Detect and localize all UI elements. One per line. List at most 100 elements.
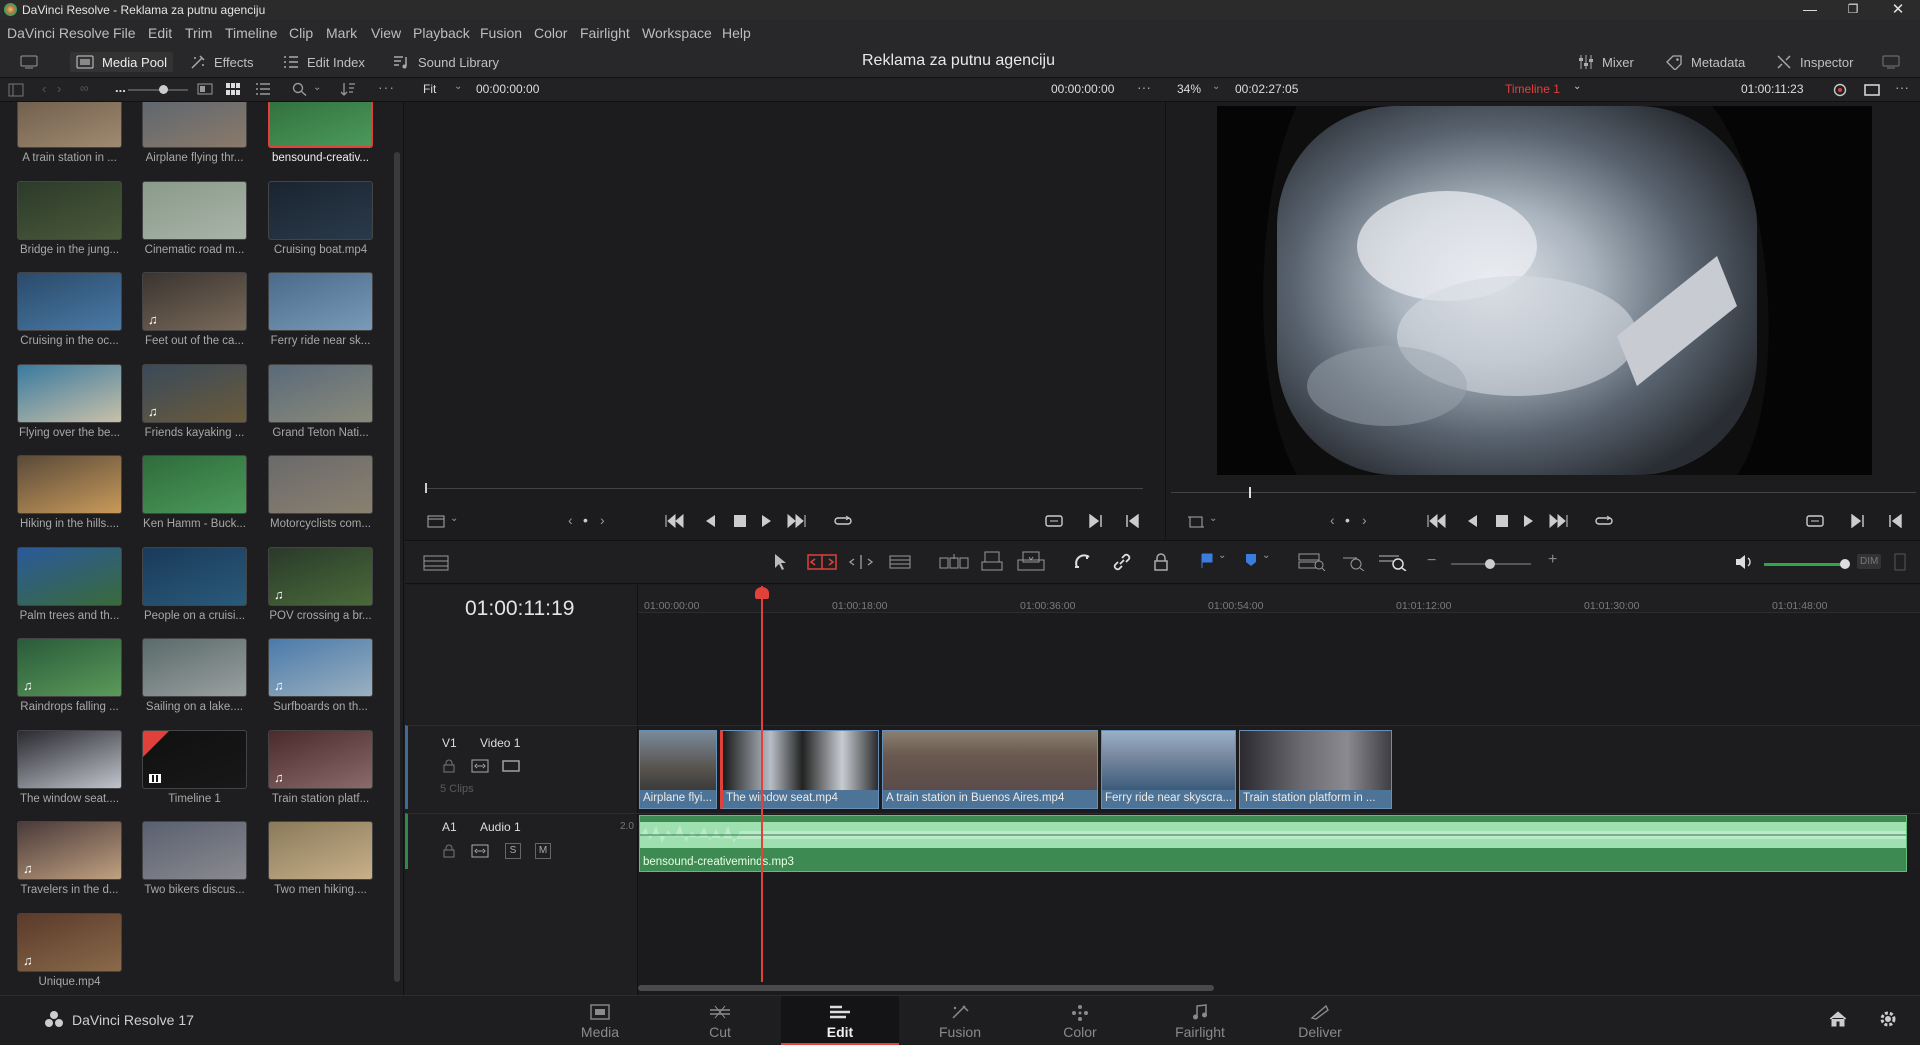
- source-mark-in-icon[interactable]: [1125, 514, 1139, 528]
- volume-icon[interactable]: [1735, 554, 1753, 570]
- menu-mark[interactable]: Mark: [326, 25, 357, 41]
- blade-tool-icon[interactable]: [889, 555, 911, 569]
- menu-davinci-resolve[interactable]: DaVinci Resolve: [7, 25, 109, 41]
- path-dots[interactable]: ...: [115, 80, 126, 95]
- menu-fusion[interactable]: Fusion: [480, 25, 522, 41]
- metadata-view-icon[interactable]: [197, 83, 213, 95]
- menu-fairlight[interactable]: Fairlight: [580, 25, 630, 41]
- snapping-icon[interactable]: [1073, 553, 1093, 571]
- media-pool-item[interactable]: Bridge in the jung...: [7, 180, 132, 267]
- program-play-reverse-icon[interactable]: [1466, 514, 1478, 528]
- source-options-icon[interactable]: ···: [1137, 79, 1151, 95]
- source-match-frame-icon[interactable]: [1045, 513, 1063, 529]
- source-go-start-icon[interactable]: [665, 514, 685, 528]
- media-pool-item[interactable]: Cruising in the oc...: [7, 272, 132, 358]
- program-transform-icon[interactable]: [1188, 515, 1204, 529]
- timeline-timecode[interactable]: 01:00:11:19: [465, 597, 574, 621]
- media-pool-item[interactable]: ♫ Feet out of the ca...: [132, 272, 257, 358]
- media-pool-item[interactable]: Flying over the be...: [7, 363, 132, 450]
- source-fit-chevron-icon[interactable]: ⌄: [454, 81, 462, 92]
- program-stop-icon[interactable]: [1496, 515, 1508, 527]
- v1-track-name[interactable]: Video 1: [480, 736, 520, 750]
- program-go-start-icon[interactable]: [1427, 514, 1447, 528]
- edit-index-button[interactable]: Edit Index: [283, 52, 365, 72]
- media-pool-item[interactable]: ♫ Travelers in the d...: [7, 821, 132, 907]
- source-playhead[interactable]: [425, 483, 427, 493]
- search-icon[interactable]: [292, 82, 308, 96]
- sync-icon[interactable]: [1832, 82, 1848, 98]
- media-pool-item[interactable]: A train station in ...: [7, 102, 132, 175]
- metadata-button[interactable]: Metadata: [1665, 52, 1745, 72]
- nav-forward-icon[interactable]: ›: [57, 81, 61, 96]
- timeline-playhead[interactable]: [755, 586, 769, 982]
- page-color[interactable]: Color: [1021, 996, 1139, 1045]
- source-play-reverse-icon[interactable]: [704, 514, 716, 528]
- trim-tool-icon[interactable]: [807, 554, 837, 570]
- media-pool-item[interactable]: ♫ Train station platf...: [258, 729, 383, 816]
- media-pool-item[interactable]: Timeline 1: [132, 729, 257, 816]
- program-go-end-icon[interactable]: [1548, 514, 1568, 528]
- insert-clip-icon[interactable]: [939, 553, 969, 571]
- zoom-slider[interactable]: [1451, 559, 1531, 569]
- source-scrubber[interactable]: [425, 483, 1143, 493]
- close-button[interactable]: ✕: [1888, 0, 1908, 18]
- media-pool-item[interactable]: ♫ Friends kayaking ...: [132, 363, 257, 450]
- a1-track-name[interactable]: Audio 1: [480, 820, 521, 834]
- program-options-icon[interactable]: ···: [1895, 79, 1909, 95]
- page-media[interactable]: Media: [541, 996, 659, 1045]
- minimize-button[interactable]: —: [1800, 1, 1820, 17]
- program-mark-out-icon[interactable]: [1851, 514, 1865, 528]
- media-pool-item[interactable]: Grand Teton Nati...: [258, 363, 383, 450]
- timeline-clip[interactable]: Airplane flyi...: [639, 730, 717, 809]
- settings-gear-icon[interactable]: [1879, 1010, 1897, 1028]
- source-play-icon[interactable]: [761, 514, 773, 528]
- menu-playback[interactable]: Playback: [413, 25, 470, 41]
- media-pool-item[interactable]: Palm trees and th...: [7, 546, 132, 633]
- source-mark-out-icon[interactable]: [1089, 514, 1103, 528]
- effects-button[interactable]: Effects: [190, 52, 254, 72]
- thumb-size-slider[interactable]: [128, 85, 188, 94]
- media-pool-item[interactable]: Cinematic road m...: [132, 180, 257, 267]
- menu-trim[interactable]: Trim: [185, 25, 212, 41]
- timeline-horizontal-scrollbar[interactable]: [638, 985, 1214, 991]
- timeline-clip[interactable]: Ferry ride near skyscra...: [1101, 730, 1236, 809]
- v1-auto-select-icon[interactable]: [471, 759, 489, 773]
- source-stop-icon[interactable]: [734, 515, 746, 527]
- program-scrubber[interactable]: [1171, 487, 1916, 498]
- panel-toggle-icon[interactable]: [20, 54, 38, 70]
- timeline-clip-selected[interactable]: The window seat.mp4: [720, 730, 879, 809]
- menu-timeline[interactable]: Timeline: [225, 25, 277, 41]
- link-icon[interactable]: ∞: [80, 81, 89, 95]
- menu-clip[interactable]: Clip: [289, 25, 313, 41]
- program-mark-in-icon[interactable]: [1888, 514, 1902, 528]
- search-dropdown-icon[interactable]: ⌄: [313, 82, 321, 93]
- media-pool-button[interactable]: Media Pool: [70, 52, 174, 72]
- maximize-button[interactable]: ❐: [1843, 2, 1863, 16]
- program-loop-icon[interactable]: [1594, 513, 1614, 529]
- media-pool-item[interactable]: Airplane flying thr...: [132, 102, 257, 175]
- timeline-clip[interactable]: Train station platform in ...: [1239, 730, 1392, 809]
- source-fit-dropdown[interactable]: Fit: [423, 82, 436, 96]
- replace-clip-icon[interactable]: [1017, 551, 1045, 571]
- linked-selection-icon[interactable]: [1112, 553, 1132, 571]
- zoom-out-icon[interactable]: −: [1427, 552, 1436, 570]
- media-pool-item[interactable]: The window seat....: [7, 729, 132, 816]
- page-fairlight[interactable]: Fairlight: [1141, 996, 1259, 1045]
- media-pool-item[interactable]: Two men hiking....: [258, 821, 383, 907]
- media-pool-item[interactable]: ♫ POV crossing a br...: [258, 546, 383, 633]
- a1-lock-icon[interactable]: [443, 844, 455, 858]
- viewer-mode-icon[interactable]: [1864, 84, 1880, 96]
- media-pool-item[interactable]: Hiking in the hills....: [7, 455, 132, 541]
- sidebar-toggle-icon[interactable]: [8, 83, 24, 97]
- media-pool-item[interactable]: Cruising boat.mp4: [258, 180, 383, 267]
- menu-view[interactable]: View: [371, 25, 401, 41]
- page-cut[interactable]: Cut: [661, 996, 779, 1045]
- overwrite-clip-icon[interactable]: [981, 551, 1003, 571]
- timeline-ruler[interactable]: [638, 585, 1920, 613]
- menu-help[interactable]: Help: [722, 25, 751, 41]
- program-playhead[interactable]: [1249, 487, 1251, 498]
- v1-lock-icon[interactable]: [443, 759, 455, 773]
- timeline-clip[interactable]: A train station in Buenos Aires.mp4: [882, 730, 1098, 809]
- marker-chevron-icon[interactable]: ⌄: [1262, 550, 1270, 561]
- program-jog-right-icon[interactable]: ›: [1362, 512, 1367, 528]
